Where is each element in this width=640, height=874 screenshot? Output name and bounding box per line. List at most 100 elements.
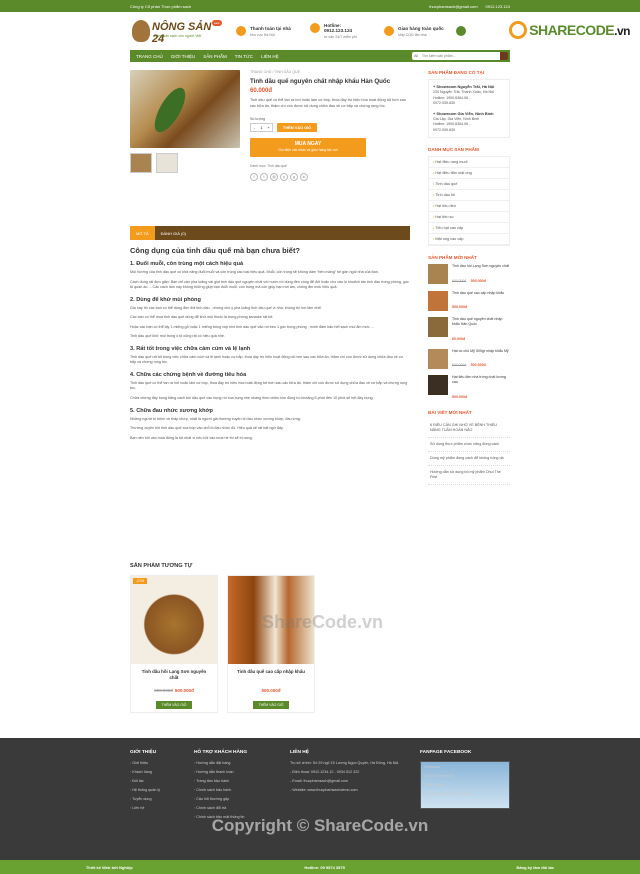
bottom-design-link[interactable]: Thiết kế Web bởi Nghiệp <box>86 865 133 870</box>
post-link[interactable]: Sử dụng thực phẩm chức năng đúng cách <box>428 438 510 452</box>
facebook-icon[interactable]: f <box>250 173 258 181</box>
category-item[interactable]: Mật ong cao cấp <box>429 234 509 246</box>
product-thumb-1[interactable] <box>130 153 152 173</box>
product-thumb-2[interactable] <box>156 153 178 173</box>
footer-link[interactable]: Liên hệ <box>130 806 190 810</box>
breadcrumb[interactable]: TRANG CHỦ / TINH DẦU QUẾ <box>250 70 410 74</box>
footer-link[interactable]: Tuyển dụng <box>130 797 190 801</box>
footer-link[interactable]: Khách hàng <box>130 770 190 774</box>
related-product-card[interactable]: Tinh dầu quế cao cấp nhập khẩu 500.000đ … <box>227 575 315 713</box>
tab-reviews[interactable]: ĐÁNH GIÁ (0) <box>155 226 192 240</box>
nav-products[interactable]: SẢN PHẨM <box>203 54 227 59</box>
footer-link[interactable]: Đối tác <box>130 779 190 783</box>
nav-about[interactable]: GIỚI THIỆU <box>171 54 196 59</box>
sale-price: 500.000đ <box>174 688 194 693</box>
paragraph: Mùi hương của tinh dầu quế có khả năng đ… <box>130 270 379 274</box>
header-info-shipping: Giao hàng toàn quốc ship COD tận nhà <box>384 25 444 37</box>
product-title: Tinh dầu quế nguyên chất nhập khẩu Hàn Q… <box>250 78 391 85</box>
category-item[interactable]: Hạt tiêu đen <box>429 201 509 213</box>
search-icon[interactable] <box>500 52 508 60</box>
product-category[interactable]: Danh mục: Tinh dầu quế <box>250 164 410 168</box>
add-to-cart-button[interactable]: THÊM VÀO GIỎ <box>277 123 318 132</box>
qty-plus-button[interactable]: + <box>265 124 272 131</box>
search-input[interactable] <box>420 52 500 60</box>
email-icon[interactable]: @ <box>270 173 278 181</box>
site-logo[interactable]: NÔNG SẢN 24 Nông sản sạch cho người Việt… <box>130 17 222 45</box>
footer-link[interactable]: Chính sách đổi trả <box>194 806 284 810</box>
latest-posts: 6 ĐIỀU CẦN GHI NHỚ VỀ BỆNH THIẾU NĂNG TU… <box>428 419 510 485</box>
paragraph: Thường xuyên bôi tinh dầu quế xoa bóp và… <box>130 426 284 431</box>
buy-now-button[interactable]: MUA NGAY Gọi điện xác nhận và giao hàng … <box>250 138 366 157</box>
like-page-button[interactable]: Thích Trang <box>424 783 506 787</box>
list-item[interactable]: Tinh dầu quế cao cấp nhập khẩu 500.000đ <box>428 290 510 314</box>
facebook-page-widget[interactable]: Facebook 213.846 lượt thích Thích Trang … <box>420 761 510 809</box>
main-nav: TRANG CHỦ GIỚI THIỆU SẢN PHẨM TIN TỨC LI… <box>130 50 510 62</box>
footer-link[interactable]: Chính sách bảo hành <box>194 788 284 792</box>
footer-link[interactable]: Trang tâm bảo hành <box>194 779 284 783</box>
top-email[interactable]: thucphamsach@gmail.com <box>429 4 477 9</box>
list-item[interactable]: Tinh dầu quế nguyên chất nhập khẩu Hàn Q… <box>428 317 510 344</box>
paragraph: Gia này thì các bạn có thể dùng đèn đốt … <box>130 305 322 310</box>
footer-link[interactable]: Hướng dẫn thanh toán <box>194 770 284 774</box>
google-plus-icon[interactable]: g <box>290 173 298 181</box>
nav-contact[interactable]: LIÊN HỆ <box>261 54 279 59</box>
twitter-icon[interactable]: t <box>260 173 268 181</box>
quantity-stepper[interactable]: - 1 + <box>250 123 273 132</box>
add-to-cart-button[interactable]: THÊM VÀO GIỎ <box>155 701 193 709</box>
category-item[interactable]: Tinh dầu quế <box>429 179 509 191</box>
section-heading: 5. Chữa đau nhức xương khớp <box>130 407 213 414</box>
product-thumb[interactable] <box>428 375 448 396</box>
top-phone[interactable]: 0912.123.124 <box>486 4 510 9</box>
product-thumb[interactable] <box>428 264 448 285</box>
bottom-hotline[interactable]: Hotline: 09 9574 3575 <box>304 865 344 870</box>
qty-minus-button[interactable]: - <box>251 124 258 131</box>
paragraph: Những người bị bệnh về thấp khớp, nhất l… <box>130 416 301 421</box>
add-to-cart-button[interactable]: THÊM VÀO GIỎ <box>252 701 290 709</box>
section-heading: 1. Đuổi muỗi, côn trùng một cách hiệu qu… <box>130 261 244 267</box>
product-name[interactable]: Tinh dầu quế cao cấp nhập khẩu <box>228 664 314 688</box>
linkedin-icon[interactable]: in <box>300 173 308 181</box>
post-link[interactable]: Hướng dẫn sử dụng bộ mỹ phẩm Ohui The Fi… <box>428 466 510 485</box>
search-category-select[interactable]: All <box>412 52 420 60</box>
product-name[interactable]: Tinh dầu hồi Lạng Sơn nguyên chất <box>131 664 217 688</box>
paragraph: Chữa chứng đầy bụng bằng cách bôi dầu qu… <box>130 396 374 401</box>
related-title: SẢN PHẨM TƯƠNG TỰ <box>130 563 193 569</box>
sharecode-ring-icon <box>509 21 528 39</box>
footer-link[interactable]: Giới thiệu <box>130 761 190 765</box>
paragraph: Tinh dầu quế có thể tan ra hơi hoặc làm … <box>130 380 408 391</box>
bottom-partner-link[interactable]: Đăng ký làm đối tác <box>517 865 555 870</box>
list-item[interactable]: Hạt tiêu đen nhà trồng chất lượng cao 500… <box>428 375 510 402</box>
footer-link[interactable]: Hệ thống quản lý <box>130 788 190 792</box>
product-main-image[interactable] <box>130 70 240 148</box>
cart-icon[interactable] <box>456 26 466 36</box>
product-image[interactable] <box>131 576 217 664</box>
product-tabs: MÔ TẢ ĐÁNH GIÁ (0) <box>130 226 410 240</box>
footer-link[interactable]: Hướng dẫn đặt hàng <box>194 761 284 765</box>
category-item[interactable]: Hạt tiêu sọ <box>429 212 509 224</box>
related-products: SẢN PHẨM TƯƠNG TỰ -21% Tinh dầu hồi Lạng… <box>130 563 410 713</box>
category-item[interactable]: Tinh dầu tỏi <box>429 190 509 202</box>
category-item[interactable]: Hạt điều rang muối <box>429 157 509 169</box>
category-item[interactable]: Tiêu hạt cao cấp <box>429 223 509 235</box>
footer-link[interactable]: Câu hỏi thường gặp <box>194 797 284 801</box>
product-thumb[interactable] <box>428 290 448 311</box>
search-box: All <box>412 52 508 60</box>
product-price: 60.000đ <box>250 88 273 94</box>
nav-news[interactable]: TIN TỨC <box>235 54 253 59</box>
nav-home[interactable]: TRANG CHỦ <box>136 54 163 59</box>
article-heading: Công dụng của tinh dầu quế mà bạn chưa b… <box>130 246 301 255</box>
category-item[interactable]: Hạt điều tẩm mật ong <box>429 168 509 180</box>
phone-icon <box>310 23 320 33</box>
qty-value[interactable]: 1 <box>258 124 265 131</box>
post-link[interactable]: Dùng mỹ phẩm đúng cách để không hỏng da <box>428 452 510 466</box>
tab-description[interactable]: MÔ TẢ <box>130 226 155 240</box>
product-thumb[interactable] <box>428 317 448 338</box>
logo-bag-icon <box>132 20 150 42</box>
paragraph: Tinh dầu quế rất tốt trong việc chữa cảm… <box>130 354 403 365</box>
list-item[interactable]: Tinh dầu hồi Lạng Sơn nguyên chất 600.000… <box>428 264 510 287</box>
related-product-card[interactable]: -21% Tinh dầu hồi Lạng Sơn nguyên chất 6… <box>130 575 218 713</box>
product-thumb[interactable] <box>428 348 448 369</box>
list-item[interactable]: Hạt óc chó Mỹ 500gr nhập khẩu Mỹ 600.000đ… <box>428 348 510 372</box>
pinterest-icon[interactable]: p <box>280 173 288 181</box>
post-link[interactable]: 6 ĐIỀU CẦN GHI NHỚ VỀ BỆNH THIẾU NĂNG TU… <box>428 419 510 438</box>
